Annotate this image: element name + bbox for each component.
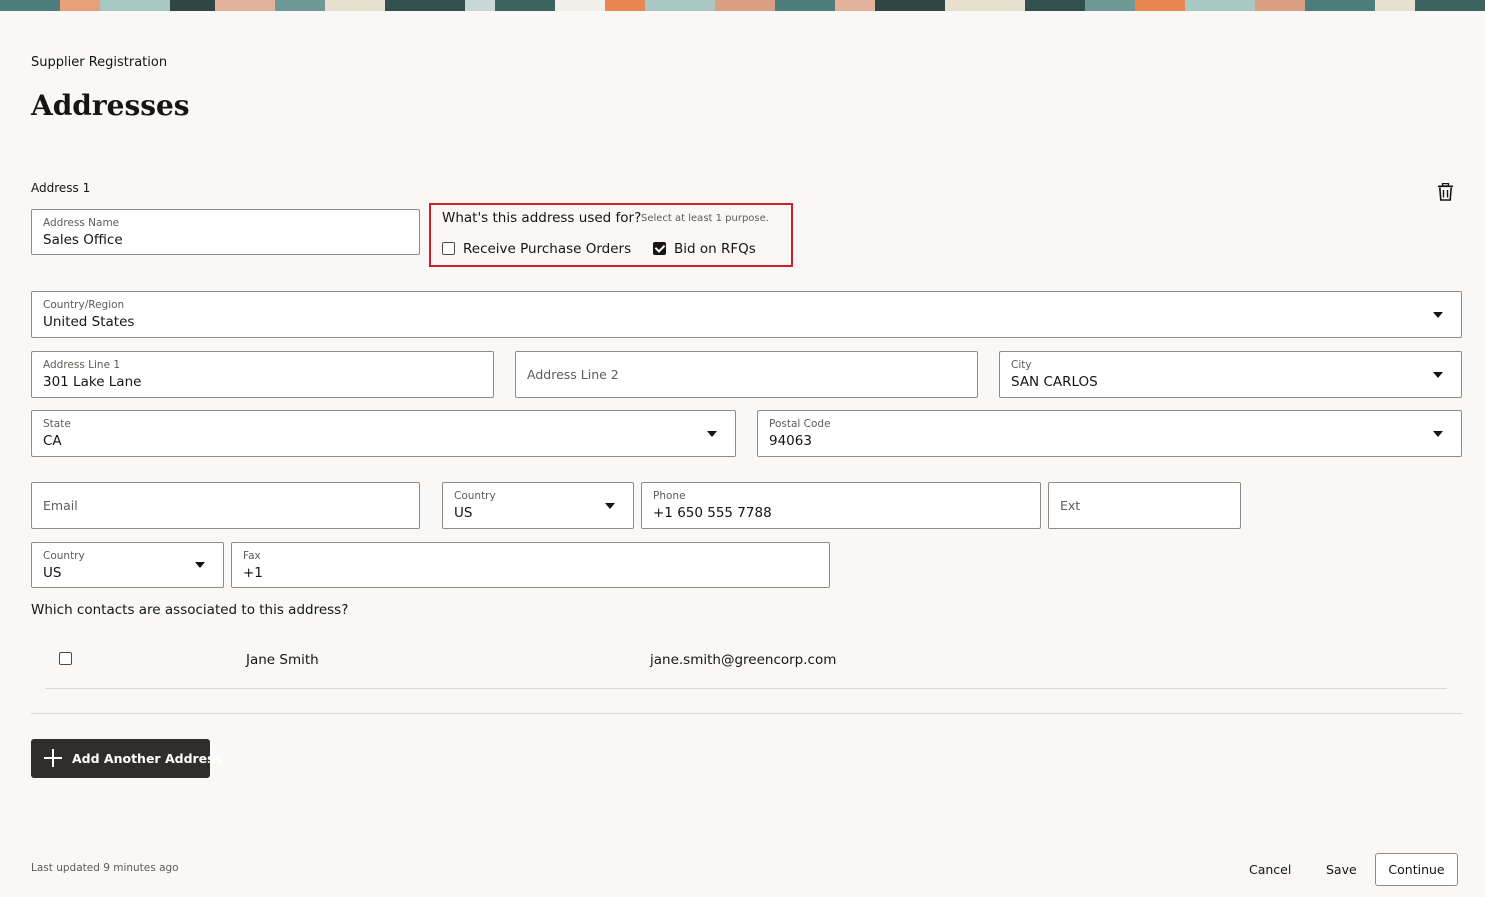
contact-name: Jane Smith — [246, 652, 319, 668]
save-button[interactable]: Save — [1326, 862, 1357, 877]
fax-country-value: US — [43, 565, 62, 581]
phone-country-select[interactable]: Country US — [442, 482, 634, 529]
postal-code-select[interactable]: Postal Code 94063 — [757, 410, 1462, 457]
fax-field[interactable]: Fax +1 — [231, 542, 830, 588]
state-value: CA — [43, 433, 62, 449]
address-name-label: Address Name — [43, 217, 120, 229]
country-region-select[interactable]: Country/Region United States — [31, 291, 1462, 338]
chevron-down-icon — [1433, 311, 1443, 318]
postal-code-label: Postal Code — [769, 418, 831, 430]
chevron-down-icon — [605, 502, 615, 509]
contact-checkbox[interactable] — [59, 652, 72, 665]
fax-country-label: Country — [43, 550, 85, 562]
email-field[interactable]: Email — [31, 482, 420, 529]
state-label: State — [43, 418, 71, 430]
bid-on-rfqs-checkbox[interactable] — [653, 242, 666, 255]
trash-icon — [1438, 182, 1453, 201]
address-line-2-field[interactable]: Address Line 2 — [515, 351, 978, 398]
phone-value: +1 650 555 7788 — [653, 505, 772, 521]
address-section-label: Address 1 — [31, 181, 91, 195]
section-divider — [31, 713, 1462, 714]
country-region-label: Country/Region — [43, 299, 125, 311]
page-title: Addresses — [31, 89, 190, 122]
contacts-question: Which contacts are associated to this ad… — [31, 602, 349, 618]
address-name-value: Sales Office — [43, 232, 123, 248]
fax-label: Fax — [243, 550, 261, 562]
purpose-hint: Select at least 1 purpose. — [641, 213, 769, 224]
fax-value: +1 — [243, 565, 263, 581]
phone-country-value: US — [454, 505, 473, 521]
header-banner — [0, 0, 1485, 11]
chevron-down-icon — [707, 430, 717, 437]
chevron-down-icon — [195, 562, 205, 568]
purpose-question: What's this address used for? — [442, 210, 642, 226]
add-another-address-label: Add Another Address — [72, 751, 223, 766]
city-select[interactable]: City SAN CARLOS — [999, 351, 1462, 398]
receive-purchase-orders-checkbox[interactable] — [442, 242, 455, 255]
continue-label: Continue — [1388, 862, 1445, 877]
last-updated-text: Last updated 9 minutes ago — [31, 862, 179, 874]
address-line-2-placeholder: Address Line 2 — [527, 367, 619, 382]
country-region-value: United States — [43, 314, 135, 330]
chevron-down-icon — [1433, 430, 1443, 437]
cancel-button[interactable]: Cancel — [1249, 862, 1291, 877]
state-select[interactable]: State CA — [31, 410, 736, 457]
receive-purchase-orders-label[interactable]: Receive Purchase Orders — [463, 241, 631, 257]
address-line-1-label: Address Line 1 — [43, 359, 121, 371]
contact-email: jane.smith@greencorp.com — [650, 652, 837, 668]
phone-field[interactable]: Phone +1 650 555 7788 — [641, 482, 1041, 529]
ext-placeholder: Ext — [1060, 498, 1081, 513]
ext-field[interactable]: Ext — [1048, 482, 1241, 529]
city-label: City — [1011, 359, 1032, 371]
address-line-1-value: 301 Lake Lane — [43, 374, 142, 390]
city-value: SAN CARLOS — [1011, 374, 1098, 390]
address-name-field[interactable]: Address Name Sales Office — [31, 209, 420, 255]
email-placeholder: Email — [43, 498, 78, 513]
postal-code-value: 94063 — [769, 433, 812, 449]
add-another-address-button[interactable]: Add Another Address — [31, 739, 222, 778]
phone-country-label: Country — [454, 490, 496, 502]
fax-country-select[interactable]: Country US — [31, 542, 224, 588]
delete-address-button[interactable] — [1437, 182, 1454, 201]
continue-button[interactable]: Continue — [1375, 853, 1458, 886]
breadcrumb: Supplier Registration — [31, 55, 168, 70]
phone-label: Phone — [653, 490, 686, 502]
chevron-down-icon — [1433, 371, 1443, 378]
address-line-1-field[interactable]: Address Line 1 301 Lake Lane — [31, 351, 494, 398]
bid-on-rfqs-label[interactable]: Bid on RFQs — [674, 241, 756, 257]
contact-row-divider — [45, 688, 1447, 689]
plus-icon — [43, 748, 63, 768]
